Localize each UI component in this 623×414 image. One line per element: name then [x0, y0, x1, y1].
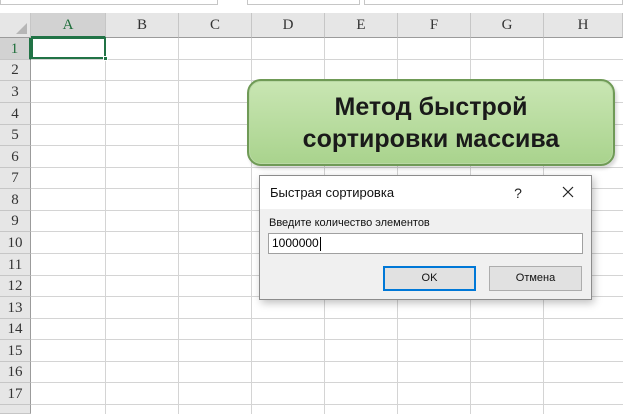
- row-header-1[interactable]: 1: [0, 38, 31, 60]
- row-header-17[interactable]: 17: [0, 383, 31, 405]
- row-header-9[interactable]: 9: [0, 211, 31, 232]
- row-header-11[interactable]: 11: [0, 254, 31, 276]
- row-header-16[interactable]: 16: [0, 362, 31, 383]
- column-header-h[interactable]: H: [544, 13, 623, 38]
- column-header-f[interactable]: F: [398, 13, 471, 38]
- row-header-8[interactable]: 8: [0, 189, 31, 211]
- column-header-d[interactable]: D: [252, 13, 325, 38]
- element-count-value: 1000000: [272, 236, 319, 250]
- column-header-a[interactable]: A: [31, 13, 106, 38]
- row-header-14[interactable]: 14: [0, 319, 31, 340]
- close-icon: [562, 186, 574, 198]
- row-header-12[interactable]: 12: [0, 276, 31, 297]
- row-header-2[interactable]: 2: [0, 60, 31, 81]
- name-box-edge[interactable]: [0, 0, 218, 5]
- text-caret: [319, 236, 321, 251]
- active-cell-a1[interactable]: [31, 37, 108, 61]
- column-header-g[interactable]: G: [471, 13, 544, 38]
- row-header-7[interactable]: 7: [0, 168, 31, 189]
- row-header-4[interactable]: 4: [0, 103, 31, 125]
- element-count-input[interactable]: 1000000: [268, 233, 583, 254]
- shape-title-text: Метод быстрой сортировки массива: [302, 92, 560, 153]
- row-header-13[interactable]: 13: [0, 297, 31, 319]
- dialog-title: Быстрая сортировка: [270, 185, 395, 200]
- row-header-5[interactable]: 5: [0, 125, 31, 146]
- row-header-15[interactable]: 15: [0, 340, 31, 362]
- row-header-3[interactable]: 3: [0, 81, 31, 103]
- column-header-e[interactable]: E: [325, 13, 398, 38]
- ok-button[interactable]: OK: [383, 266, 476, 291]
- column-header-c[interactable]: C: [179, 13, 252, 38]
- select-all-corner[interactable]: [0, 13, 31, 38]
- close-button[interactable]: [556, 181, 580, 205]
- dialog-titlebar[interactable]: Быстрая сортировка ?: [260, 176, 591, 209]
- row-header-6[interactable]: 6: [0, 146, 31, 168]
- dialog-prompt: Введите количество элементов: [269, 217, 430, 229]
- formula-bar-edge[interactable]: [247, 0, 360, 5]
- formula-bar-strip: [0, 0, 623, 6]
- cancel-button[interactable]: Отмена: [489, 266, 582, 291]
- column-header-b[interactable]: B: [106, 13, 179, 38]
- input-dialog: Быстрая сортировка ? Введите количество …: [259, 175, 592, 300]
- help-button[interactable]: ?: [508, 183, 528, 203]
- fill-handle[interactable]: [103, 56, 108, 61]
- formula-input-edge[interactable]: [364, 0, 623, 5]
- row-header-18[interactable]: [0, 405, 31, 414]
- row-header-10[interactable]: 10: [0, 232, 31, 254]
- title-shape[interactable]: Метод быстрой сортировки массива: [247, 79, 615, 166]
